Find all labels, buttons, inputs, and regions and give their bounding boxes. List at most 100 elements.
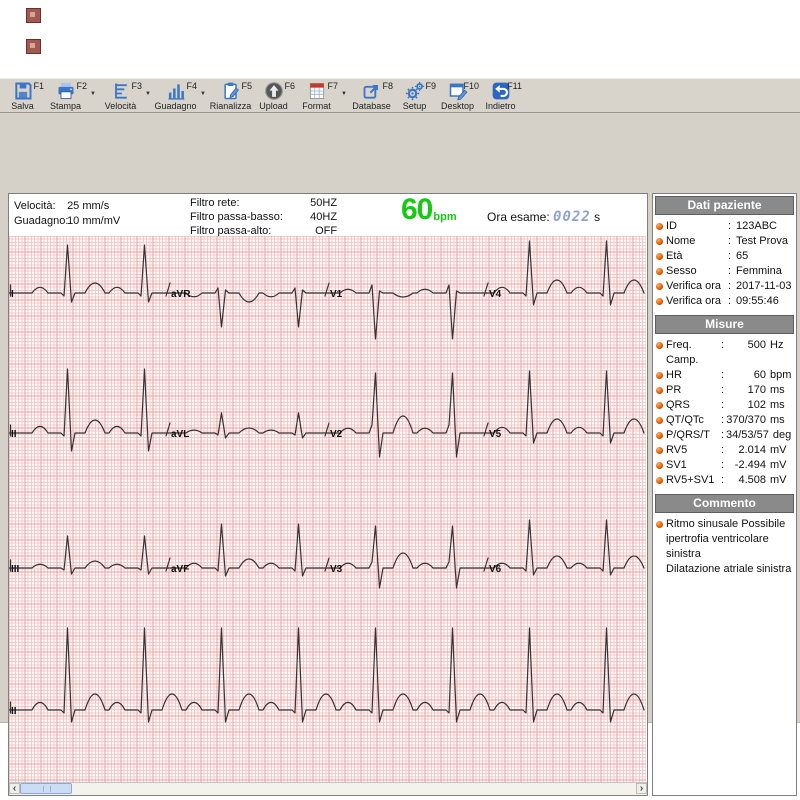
comment-panel: Commento Ritmo sinusale Possibile ipertr… [653,492,796,795]
dropdown-arrow-icon[interactable]: ▼ [87,81,99,107]
toolbar-button-stampa[interactable]: F2 Stampa [44,81,87,113]
placeholder-icon [26,39,41,54]
mains-filter-setting: Filtro rete: 50HZ [190,197,337,209]
patient-rows: ID:123ABCNome:Test ProvaEtà:65Sesso:Femm… [653,216,796,313]
bullet-icon [656,253,663,260]
gain-setting: Guadagno: 10 mm/mV [14,215,120,227]
scrollbar-thumb[interactable] [20,783,72,794]
gears-icon [404,81,426,101]
toolbar-button-salva[interactable]: F1 Salva [1,81,44,113]
scroll-right-button[interactable]: › [636,783,647,794]
toolbar-button-guadagno[interactable]: F4 Guadagno [154,81,197,113]
lowpass-filter-setting: Filtro passa-basso: 40HZ [190,211,337,223]
toolbar-button-label: Stampa [44,101,87,111]
bullet-icon [656,432,663,439]
svg-text:V1: V1 [330,289,343,300]
patient-field-value: 65 [736,249,794,264]
toolbar-button-desktop[interactable]: F10Desktop [436,81,479,113]
svg-text:aVF: aVF [171,564,189,575]
exam-time-value: 0022 [553,209,591,225]
dropdown-arrow-icon[interactable]: ▼ [197,81,209,107]
measure-row: SV1:-2.494mV [656,458,794,473]
horizontal-scrollbar[interactable]: ‹ › [9,782,647,795]
dropdown-arrow-icon[interactable]: ▼ [338,81,350,107]
spreadsheet-icon [306,81,328,101]
measure-unit: Hz [766,338,794,368]
measure-value: 500 [726,338,766,368]
patient-row: Età:65 [656,249,794,264]
measure-row: RV5:2.014mV [656,443,794,458]
lowpass-filter-value: 40HZ [293,211,337,223]
bullet-icon [656,387,663,394]
measure-unit: mV [766,458,794,473]
fkey-label: F9 [425,81,436,91]
measure-value: 2.014 [726,443,766,458]
toolbar-button-label: Indietro [479,101,522,111]
heart-rate-unit: bpm [433,211,456,223]
speed-scale-icon [110,81,132,101]
bullet-icon [656,477,663,484]
measure-unit: ms [766,413,794,428]
toolbar-button-velocità[interactable]: F3Velocità [99,81,142,113]
measure-label: RV5+SV1 [666,473,721,488]
measure-label: RV5 [666,443,721,458]
measure-unit: mV [766,473,794,488]
measure-row: HR:60bpm [656,368,794,383]
measure-label: PR [666,383,721,398]
side-panel: Dati paziente ID:123ABCNome:Test ProvaEt… [652,193,797,796]
toolbar-button-label: Rianalizza [209,101,252,111]
measure-row: P/QRS/T:34/53/57deg [656,428,794,443]
patient-field-label: Verifica ora [666,294,728,309]
patient-field-value: 2017-11-03 [736,279,794,294]
bullet-icon [656,268,663,275]
heart-rate-display: 60 bpm [401,195,457,225]
speed-setting: Velocità: 25 mm/s [14,200,109,212]
heart-rate-value: 60 [401,195,432,225]
measure-label: P/QRS/T [666,428,721,443]
measure-label: SV1 [666,458,721,473]
svg-text:V2: V2 [330,429,343,440]
toolbar-button-rianalizza[interactable]: F5Rianalizza [209,81,252,113]
fkey-label: F2 [76,81,87,91]
printer-icon [55,81,77,101]
comment-row: Ritmo sinusale Possibile ipertrofia vent… [653,514,796,577]
toolbar-button-database[interactable]: F8Database [350,81,393,113]
toolbar-button-label: Database [350,101,393,111]
bullet-icon [656,372,663,379]
toolbar-button-label: Salva [1,101,44,111]
measures-panel-title: Misure [655,315,794,334]
measure-unit: ms [766,383,794,398]
svg-text:I: I [11,289,14,300]
patient-panel: Dati paziente ID:123ABCNome:Test ProvaEt… [653,194,796,313]
fkey-label: F6 [284,81,295,91]
toolbar-button-label: Upload [252,101,295,111]
measure-row: PR:170ms [656,383,794,398]
comment-panel-title: Commento [655,494,794,513]
svg-text:II: II [11,706,17,717]
scroll-left-button[interactable]: ‹ [9,783,20,794]
bullet-icon [656,238,663,245]
svg-text:II: II [11,429,17,440]
fkey-label: F11 [507,81,522,91]
toolbar-button-setup[interactable]: F9Setup [393,81,436,113]
measure-label: Freq. Camp. [666,338,721,368]
bullet-icon [656,298,663,305]
measure-unit: mV [766,443,794,458]
toolbar-button-format[interactable]: F7Format [295,81,338,113]
upload-circle-icon [263,81,285,101]
toolbar-button-upload[interactable]: F6 Upload [252,81,295,113]
measure-value: 4.508 [726,473,766,488]
measures-rows: Freq. Camp.:500HzHR:60bpmPR:170msQRS:102… [653,335,796,492]
fkey-label: F1 [33,81,44,91]
dropdown-arrow-icon[interactable]: ▼ [142,81,154,107]
patient-panel-title: Dati paziente [655,196,794,215]
toolbar-button-label: Guadagno [154,101,197,111]
database-folder-icon [361,81,383,101]
bullet-icon [656,417,663,424]
svg-text:III: III [11,564,20,575]
fkey-label: F4 [186,81,197,91]
bullet-icon [656,283,663,290]
toolbar-button-indietro[interactable]: F11 Indietro [479,81,522,113]
patient-field-value: Femmina [736,264,794,279]
measure-value: -2.494 [726,458,766,473]
